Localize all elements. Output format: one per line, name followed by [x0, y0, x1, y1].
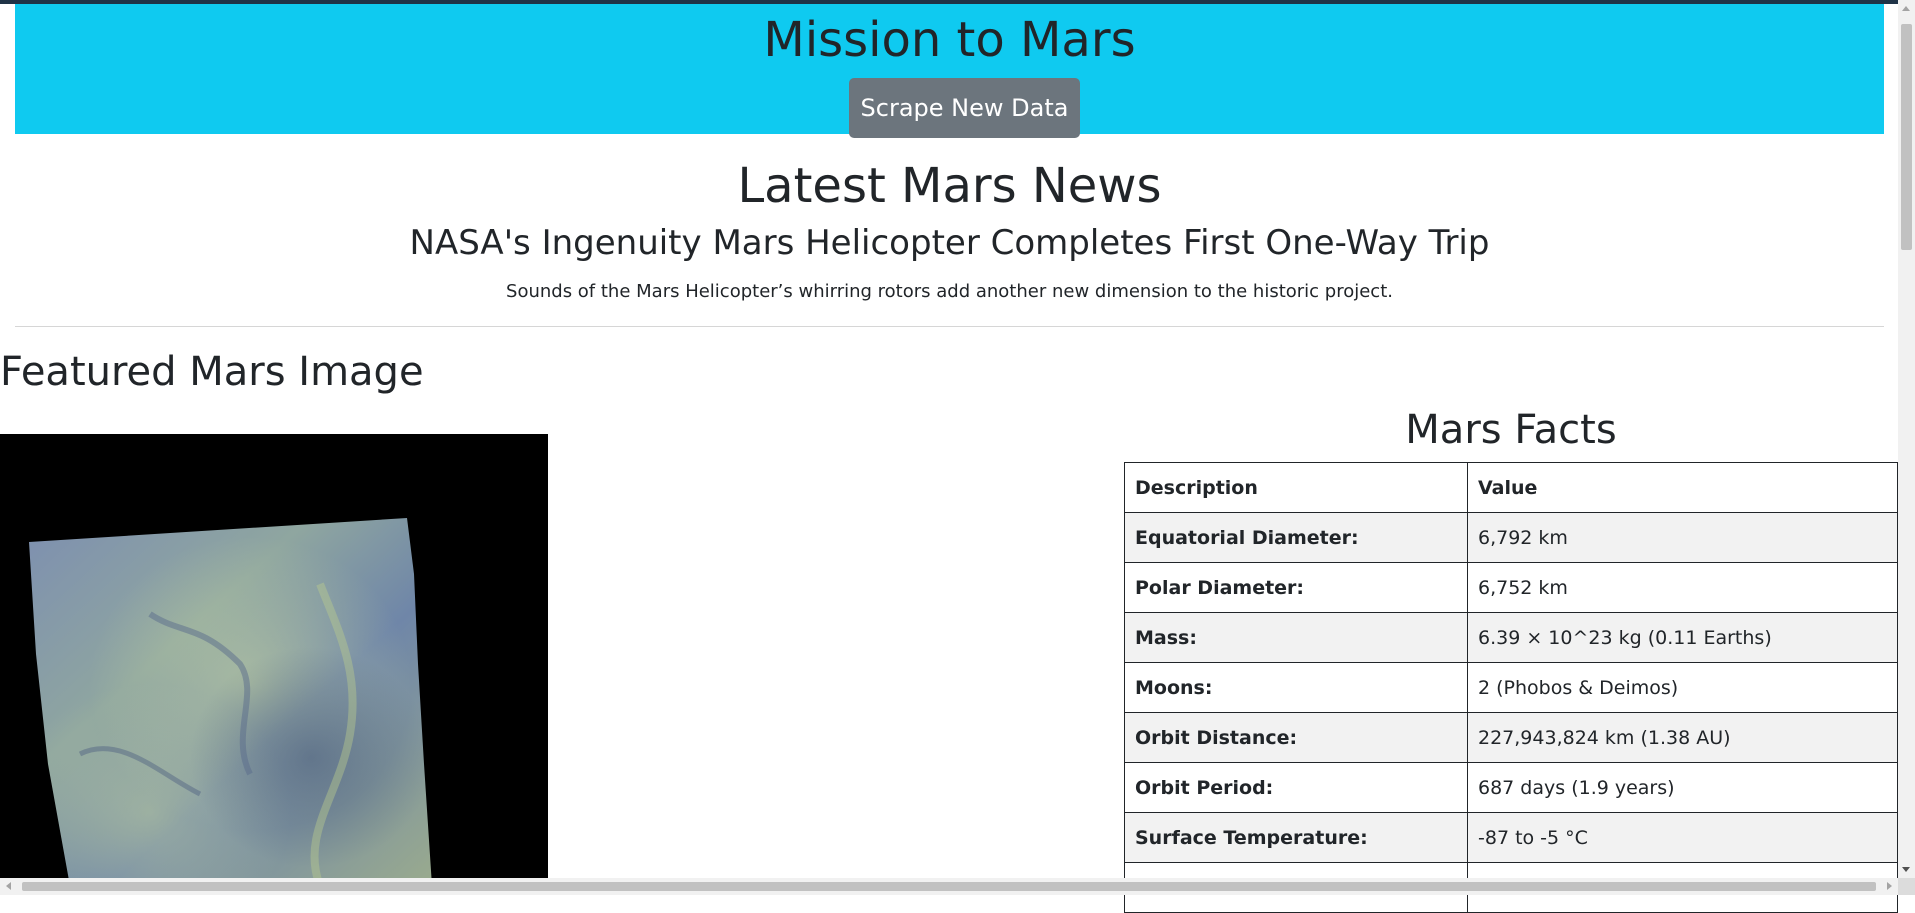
horizontal-scrollbar[interactable]: [0, 878, 1898, 895]
fact-label: Moons:: [1124, 662, 1468, 713]
mars-facts-table: Description Value Equatorial Diameter: 6…: [1124, 462, 1898, 913]
fact-label: Orbit Distance:: [1124, 712, 1468, 763]
vertical-scrollbar[interactable]: [1898, 0, 1915, 878]
fact-label: Polar Diameter:: [1124, 562, 1468, 613]
fact-value: 6,752 km: [1467, 562, 1898, 613]
section-divider: [15, 326, 1884, 327]
news-section-title: Latest Mars News: [737, 158, 1162, 214]
mars-facts-title: Mars Facts: [1405, 407, 1617, 453]
table-row: Moons: 2 (Phobos & Deimos): [1124, 662, 1898, 713]
fact-value: 6,792 km: [1467, 512, 1898, 563]
scroll-down-arrow-icon[interactable]: [1902, 867, 1910, 872]
scrollbar-corner: [1898, 878, 1915, 895]
table-row: Orbit Period: 687 days (1.9 years): [1124, 762, 1898, 813]
fact-label: Mass:: [1124, 612, 1468, 663]
fact-label: Surface Temperature:: [1124, 812, 1468, 863]
table-header-row: Description Value: [1124, 462, 1898, 513]
fact-value: -87 to -5 °C: [1467, 812, 1898, 863]
vertical-scroll-thumb[interactable]: [1901, 24, 1912, 250]
fact-value: 2 (Phobos & Deimos): [1467, 662, 1898, 713]
table-row: Equatorial Diameter: 6,792 km: [1124, 512, 1898, 563]
table-row: Surface Temperature: -87 to -5 °C: [1124, 812, 1898, 863]
scrape-new-data-button[interactable]: Scrape New Data: [849, 78, 1080, 138]
news-teaser: Sounds of the Mars Helicopter’s whirring…: [506, 281, 1393, 302]
table-row: Polar Diameter: 6,752 km: [1124, 562, 1898, 613]
fact-label: Equatorial Diameter:: [1124, 512, 1468, 563]
featured-mars-image: [0, 434, 548, 886]
fact-value: 6.39 × 10^23 kg (0.11 Earths): [1467, 612, 1898, 663]
page-title: Mission to Mars: [763, 12, 1136, 68]
news-headline: NASA's Ingenuity Mars Helicopter Complet…: [409, 223, 1490, 263]
table-row: Orbit Distance: 227,943,824 km (1.38 AU): [1124, 712, 1898, 763]
header-jumbotron: Mission to Mars Scrape New Data: [15, 4, 1884, 138]
column-header-value: Value: [1467, 462, 1898, 513]
horizontal-scroll-thumb[interactable]: [22, 882, 1876, 891]
scroll-right-arrow-icon[interactable]: [1887, 882, 1892, 890]
table-row: Mass: 6.39 × 10^23 kg (0.11 Earths): [1124, 612, 1898, 663]
fact-value: 227,943,824 km (1.38 AU): [1467, 712, 1898, 763]
fact-value: 687 days (1.9 years): [1467, 762, 1898, 813]
scroll-left-arrow-icon[interactable]: [6, 882, 11, 890]
scroll-up-arrow-icon[interactable]: [1902, 6, 1910, 11]
column-header-description: Description: [1124, 462, 1468, 513]
featured-image-title: Featured Mars Image: [0, 349, 424, 395]
mars-surface-image: [29, 518, 432, 886]
fact-label: Orbit Period:: [1124, 762, 1468, 813]
